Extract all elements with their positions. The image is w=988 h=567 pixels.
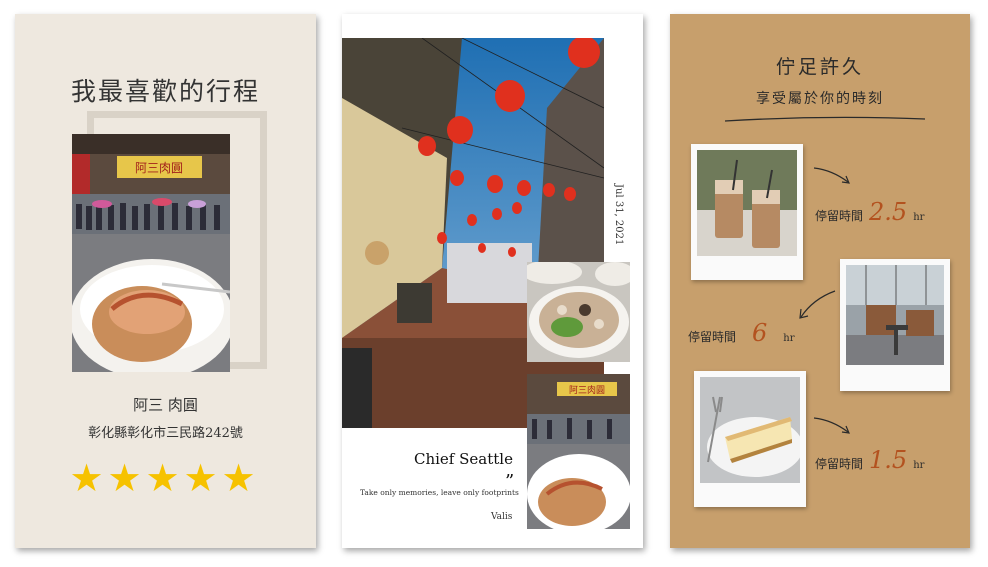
stay-value: 1.5 — [869, 446, 908, 474]
polaroid-cafe — [840, 259, 950, 391]
food-photo: 阿三肉圓 — [72, 134, 230, 372]
alley-photo — [342, 38, 604, 428]
meatball-photo: 阿三肉圓 — [527, 374, 630, 529]
polaroid-coffee — [691, 144, 803, 280]
stay-value: 6 — [752, 319, 768, 347]
coffee-photo — [697, 150, 797, 256]
arrow-right-icon — [813, 167, 850, 184]
title-underline — [725, 116, 925, 122]
cafe-photo — [846, 265, 944, 365]
star-icon: ★ — [69, 456, 103, 500]
restaurant-name: 阿三 肉圓 — [133, 396, 198, 414]
quote-text: Take only memories, leave only footprint… — [360, 488, 519, 497]
arrow-left-icon — [799, 290, 836, 319]
stay-duration-3: 停留時間 1.5 hr — [815, 446, 924, 474]
star-icon: ★ — [183, 456, 217, 500]
quote-title: Chief Seattle — [414, 450, 513, 468]
arrow-right-icon — [813, 417, 850, 434]
card-title: 佇足許久 — [775, 56, 864, 78]
travel-memory-card: Jul 31, 2021 阿三肉圓 Chief Seattle ” Take o… — [342, 14, 643, 548]
polaroid-cheesecake — [694, 371, 806, 507]
stay-label: 停留時間 — [815, 209, 864, 223]
cheesecake-photo — [700, 377, 800, 483]
restaurant-address: 彰化縣彰化市三民路242號 — [88, 426, 243, 441]
stay-unit: hr — [913, 460, 925, 471]
stay-label: 停留時間 — [688, 330, 737, 344]
stay-unit: hr — [783, 333, 795, 344]
stay-value: 2.5 — [869, 198, 908, 226]
photo-date: Jul 31, 2021 — [613, 184, 624, 246]
stay-duration-1: 停留時間 2.5 hr — [815, 198, 924, 226]
favorite-itinerary-card: 我最喜歡的行程 阿三肉圓 阿三 肉圓 彰化縣彰化市三民路242號 ★ ★ ★ ★… — [15, 14, 316, 548]
star-icon: ★ — [145, 456, 179, 500]
soup-photo — [527, 262, 630, 362]
star-icon: ★ — [221, 456, 255, 500]
shop-sign-text: 阿三肉圓 — [135, 161, 183, 175]
stay-duration-2: 停留時間 6 hr — [688, 319, 795, 347]
shop-sign-text: 阿三肉圓 — [569, 384, 605, 396]
star-icon: ★ — [107, 456, 141, 500]
card-subtitle: 享受屬於你的時刻 — [756, 91, 884, 107]
stay-label: 停留時間 — [815, 457, 864, 471]
stay-duration-card: 佇足許久 享受屬於你的時刻 停留時間 2.5 hr 停留時間 6 hr 停留時間… — [670, 14, 970, 548]
stay-unit: hr — [913, 212, 925, 223]
quote-author: Valis — [491, 512, 513, 522]
rating-stars: ★ ★ ★ ★ ★ — [67, 459, 267, 497]
card-title: 我最喜歡的行程 — [70, 77, 260, 106]
